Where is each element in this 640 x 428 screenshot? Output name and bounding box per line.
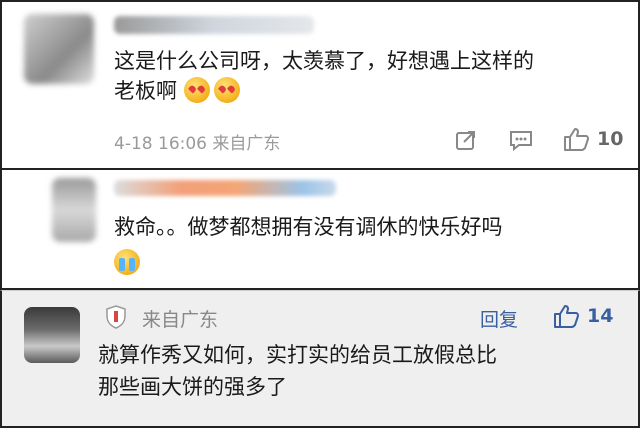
avatar[interactable] — [24, 14, 94, 84]
share-icon[interactable] — [454, 128, 478, 152]
comment-location: 来自广东 — [212, 134, 281, 154]
comment-text: 这是什么公司呀，太羡慕了，好想遇上这样的 老板啊 — [114, 46, 534, 106]
comment-text: 救命。。做梦都想拥有没有调休的快乐好吗 — [114, 212, 503, 278]
avatar[interactable] — [24, 307, 80, 363]
shield-badge-icon — [106, 305, 126, 329]
comment-text: 就算作秀又如何，实打实的给员工放假总比 那些画大饼的强多了 — [98, 339, 497, 403]
comment-meta: 4-18 16:06 来自广东 — [114, 129, 280, 154]
comment-text-line: 那些画大饼的强多了 — [98, 375, 287, 399]
love-face-icon — [213, 77, 240, 103]
like-count: 10 — [597, 128, 624, 150]
comment-icon[interactable] — [508, 128, 534, 152]
comment-time: 16:06 — [158, 134, 207, 154]
comment-text-line: 救命。。做梦都想拥有没有调休的快乐好吗 — [114, 215, 503, 239]
comment-text-line: 这是什么公司呀，太羡慕了，好想遇上这样的 — [114, 49, 534, 73]
avatar[interactable] — [52, 178, 96, 242]
comment-date: 4-18 — [114, 134, 153, 154]
comment-text-line: 老板啊 — [114, 79, 177, 103]
comment-card-2: 救命。。做梦都想拥有没有调休的快乐好吗 — [0, 170, 640, 290]
comment-text-line: 就算作秀又如何，实打实的给员工放假总比 — [98, 343, 497, 367]
reply-button[interactable]: 回复 — [480, 305, 518, 332]
thumbs-up-icon[interactable] — [562, 126, 590, 152]
comment-location: 来自广东 — [142, 309, 219, 331]
comment-card-3: 来自广东 回复 14 就算作秀又如何，实打实的给员工放假总比 那些画大饼的强多了 — [0, 290, 640, 428]
username-blurred[interactable] — [114, 16, 314, 34]
like-count: 14 — [587, 305, 614, 327]
thumbs-up-icon[interactable] — [552, 303, 580, 329]
username-blurred[interactable] — [114, 180, 336, 196]
love-face-icon — [183, 77, 210, 103]
comment-card-1: 这是什么公司呀，太羡慕了，好想遇上这样的 老板啊 4-18 16:06 来自广东… — [0, 0, 640, 170]
crying-face-icon — [114, 249, 140, 275]
